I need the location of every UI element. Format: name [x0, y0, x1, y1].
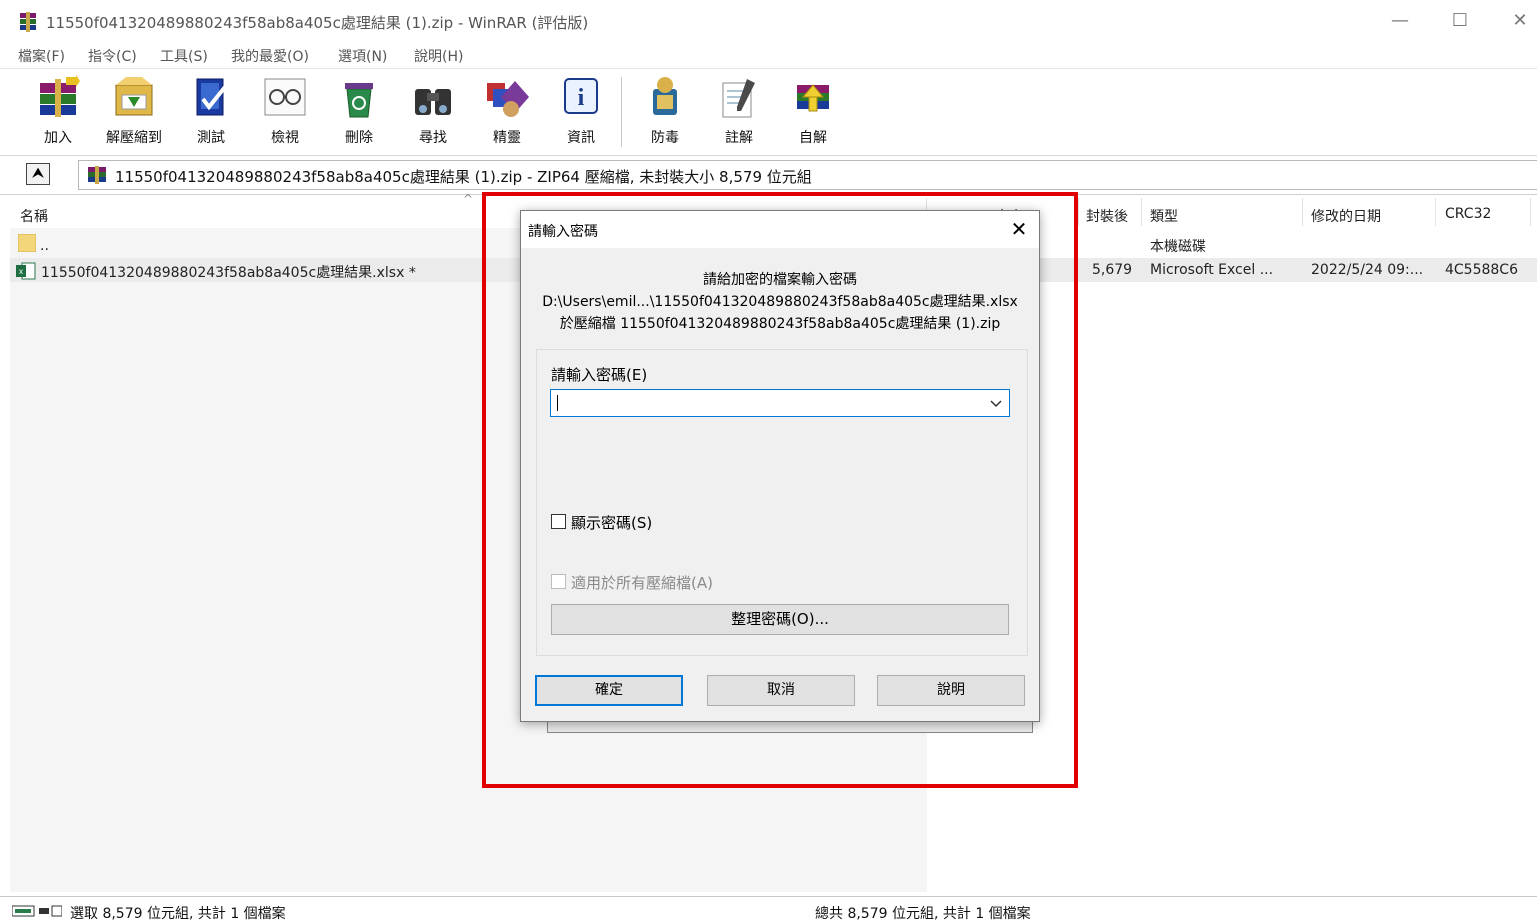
svg-text:i: i — [578, 85, 585, 111]
status-total: 總共 8,579 位元組, 共計 1 個檔案 — [815, 906, 1031, 922]
info-icon: i — [559, 75, 603, 121]
view-icon — [263, 75, 307, 121]
add-button[interactable]: 加入 — [26, 75, 90, 153]
menu-tools[interactable]: 工具(S) — [160, 46, 208, 66]
archive-path-field[interactable]: 11550f041320489880243f58ab8a405c處理結果 (1)… — [78, 160, 1537, 190]
highlight-annotation-box — [482, 192, 1078, 788]
toolbar: 加入 解壓縮到 測試 檢視 刪除 尋找 精靈 i 資訊 防毒 註解 自解 — [0, 68, 1537, 156]
extract-to-button[interactable]: 解壓縮到 — [102, 75, 166, 153]
column-divider — [1078, 198, 1079, 226]
wizard-icon — [485, 75, 529, 121]
column-divider — [1302, 198, 1303, 226]
winrar-app-icon — [18, 12, 38, 32]
column-header-packed[interactable]: 封裝後 — [1086, 206, 1128, 226]
menu-help[interactable]: 說明(H) — [414, 46, 463, 66]
column-header-name[interactable]: 名稱 — [20, 206, 48, 226]
status-bar: 選取 8,579 位元組, 共計 1 個檔案 總共 8,579 位元組, 共計 … — [0, 896, 1537, 923]
svg-text:x: x — [19, 267, 23, 276]
column-header-modified[interactable]: 修改的日期 — [1311, 206, 1381, 226]
table-row-name[interactable]: 11550f041320489880243f58ab8a405c處理結果.xls… — [41, 262, 416, 282]
menu-favorites[interactable]: 我的最愛(O) — [231, 46, 309, 66]
minimize-button[interactable]: — — [1380, 8, 1420, 34]
info-button[interactable]: i 資訊 — [549, 75, 613, 153]
folder-icon — [17, 233, 37, 253]
add-archive-icon — [36, 75, 80, 121]
extract-to-icon — [112, 75, 156, 121]
archive-path-text: 11550f041320489880243f58ab8a405c處理結果 (1)… — [115, 168, 812, 186]
table-row-type: Microsoft Excel ... — [1150, 262, 1274, 278]
maximize-button[interactable]: ☐ — [1440, 8, 1480, 34]
test-button[interactable]: 測試 — [179, 75, 243, 153]
find-icon — [411, 75, 455, 121]
status-selection: 選取 8,579 位元組, 共計 1 個檔案 — [70, 906, 286, 922]
view-button[interactable]: 檢視 — [253, 75, 317, 153]
menu-file[interactable]: 檔案(F) — [18, 46, 65, 66]
menu-bar: 檔案(F) 指令(C) 工具(S) 我的最愛(O) 選項(N) 說明(H) — [0, 42, 1537, 68]
wizard-button[interactable]: 精靈 — [475, 75, 539, 153]
sort-ascending-icon: ^ — [463, 192, 474, 206]
table-row-name-parent[interactable]: .. — [40, 238, 49, 254]
test-icon — [189, 75, 233, 121]
column-header-type[interactable]: 類型 — [1150, 206, 1178, 226]
virus-scan-button[interactable]: 防毒 — [633, 75, 697, 153]
comment-icon — [717, 75, 761, 121]
column-divider — [1530, 198, 1531, 226]
virus-scan-icon — [643, 75, 687, 121]
table-row-modified: 2022/5/24 09:... — [1311, 262, 1424, 278]
window-title: 11550f041320489880243f58ab8a405c處理結果 (1)… — [46, 14, 589, 32]
table-row-packed: 5,679 — [1092, 262, 1133, 278]
delete-button[interactable]: 刪除 — [327, 75, 391, 153]
up-one-level-button[interactable]: ⮝ — [26, 163, 50, 185]
sfx-icon — [791, 75, 835, 121]
close-button[interactable]: ✕ — [1500, 8, 1537, 34]
menu-commands[interactable]: 指令(C) — [88, 46, 137, 66]
drive-status-icon — [11, 904, 63, 918]
archive-icon — [87, 166, 107, 184]
title-bar: 11550f041320489880243f58ab8a405c處理結果 (1)… — [0, 0, 1537, 42]
sfx-button[interactable]: 自解 — [781, 75, 845, 153]
column-header-crc[interactable]: CRC32 — [1445, 206, 1491, 222]
table-row-type: 本機磁碟 — [1150, 239, 1206, 255]
column-divider — [1435, 198, 1436, 226]
menu-options[interactable]: 選項(N) — [338, 46, 387, 66]
excel-file-icon: x — [16, 262, 36, 280]
table-row-crc: 4C5588C6 — [1445, 262, 1518, 278]
delete-icon — [337, 75, 381, 121]
address-bar: ⮝ 11550f041320489880243f58ab8a405c處理結果 (… — [0, 156, 1537, 195]
column-divider — [1141, 198, 1142, 226]
find-button[interactable]: 尋找 — [401, 75, 465, 153]
toolbar-separator — [621, 77, 622, 147]
comment-button[interactable]: 註解 — [707, 75, 771, 153]
